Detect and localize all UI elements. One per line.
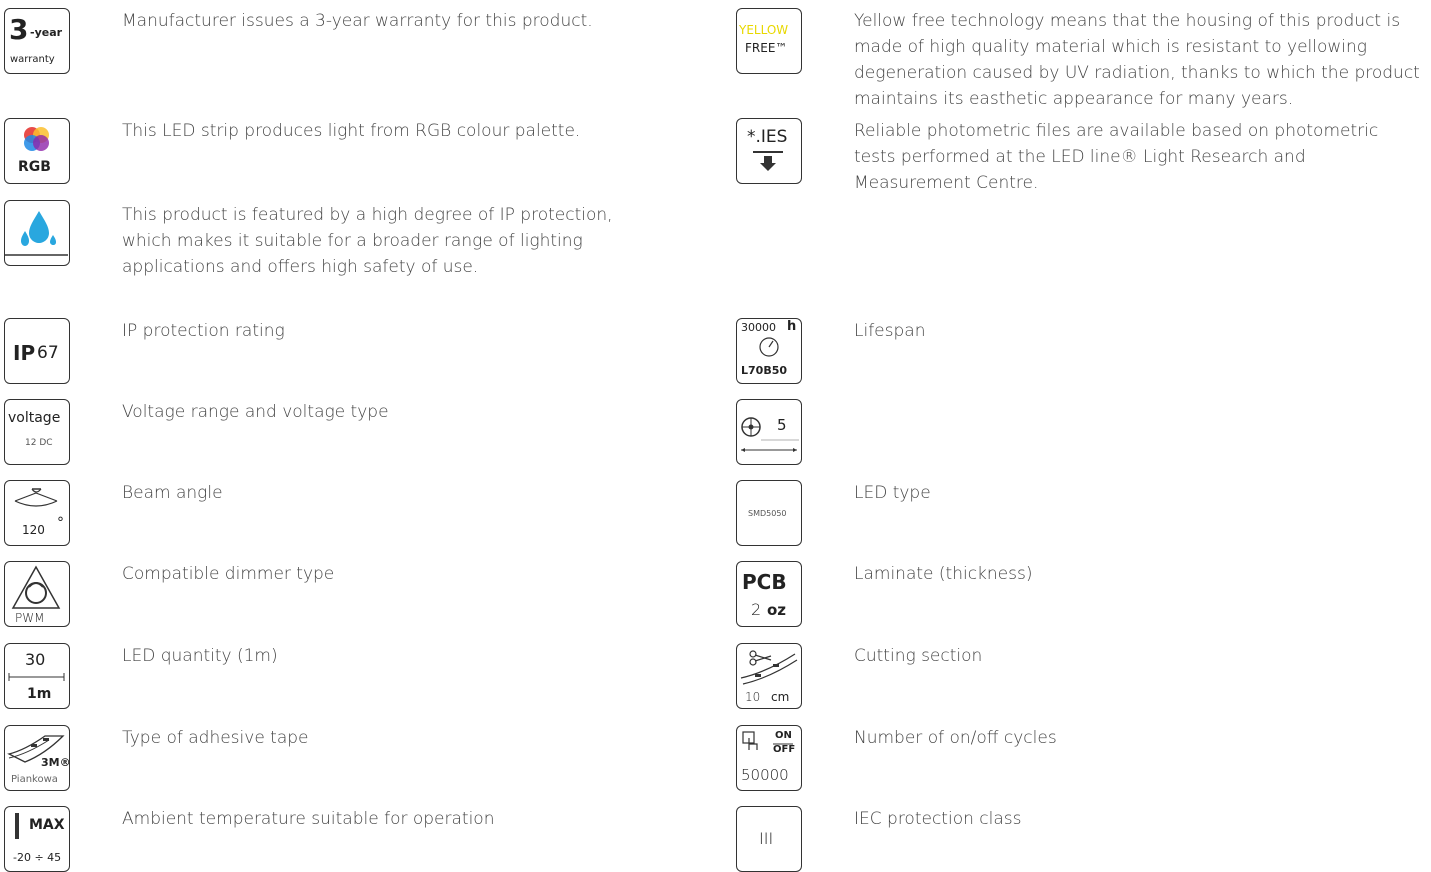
length-value: 5 (777, 416, 787, 434)
rgb-icon: RGB (4, 118, 70, 184)
warranty-number: 3 (9, 13, 29, 46)
led-quantity-unit: 1m (27, 686, 52, 702)
warranty-description: Manufacturer issues a 3-year warranty fo… (122, 11, 593, 31)
ies-description: Reliable photometric files are available… (854, 121, 1379, 193)
warranty-label: warranty (10, 54, 55, 65)
rgb-label: RGB (18, 159, 51, 175)
voltage-value: 12 DC (25, 438, 53, 448)
led-type-icon: SMD5050 (736, 480, 802, 546)
led-quantity-icon: 30 1m (4, 643, 70, 709)
iec-label: III (759, 829, 774, 848)
water-drops-icon (4, 200, 70, 266)
voltage-icon: voltage 12 DC (4, 399, 70, 465)
reel-icon (741, 417, 799, 452)
yellow-free-icon: YELLOW FREE™ (736, 8, 802, 74)
warranty-icon: 3 -year warranty (4, 8, 70, 74)
adhesive-tape-icon: 3M® Piankowa (4, 725, 70, 791)
iec-class-icon: III (736, 806, 802, 872)
adhesive-brand: 3M® (41, 756, 70, 769)
cycles-off: OFF (773, 744, 796, 755)
thermometer-icon: MAX -20 ÷ 45 (4, 806, 70, 872)
warranty-suffix: -year (30, 26, 63, 39)
pcb-unit: oz (767, 601, 787, 619)
rgb-description: This LED strip produces light from RGB c… (122, 121, 581, 141)
temperature-description: Ambient temperature suitable for operati… (122, 809, 495, 829)
ip-protection-description: This product is featured by a high degre… (122, 205, 613, 277)
voltage-description: Voltage range and voltage type (122, 402, 389, 422)
dimmer-icon: PWM (4, 561, 70, 627)
temperature-value: -20 ÷ 45 (13, 851, 62, 864)
lifespan-value: 30000 (741, 321, 776, 334)
lifespan-icon: 30000 h L70B50 (736, 318, 802, 384)
beam-angle-description: Beam angle (122, 483, 223, 503)
scissors-icon (740, 650, 798, 685)
cutting-unit: cm (771, 690, 790, 704)
laminate-description: Laminate (thickness) (854, 564, 1033, 584)
yellow-free-line2: FREE™ (745, 41, 788, 55)
beam-angle-value: 120 (22, 523, 45, 537)
hand-press-icon (742, 731, 758, 750)
clock-icon (759, 337, 779, 357)
led-type-description: LED type (854, 483, 931, 503)
led-type-label: SMD5050 (748, 509, 787, 518)
ies-label: *.IES (747, 127, 788, 147)
beam-angle-unit: ° (57, 515, 64, 531)
reel-length-icon: 5 (736, 399, 802, 465)
cutting-value: 10 (745, 690, 761, 704)
adhesive-description: Type of adhesive tape (122, 728, 309, 748)
adhesive-label: Piankowa (11, 774, 58, 785)
ip-rating-icon: IP 67 (4, 318, 70, 384)
dimmer-description: Compatible dimmer type (122, 564, 335, 584)
pcb-icon: PCB 2 oz (736, 561, 802, 627)
lifespan-description: Lifespan (854, 321, 926, 341)
yellow-free-description: Yellow free technology means that the ho… (854, 11, 1420, 109)
beam-angle-icon: 120 ° (4, 480, 70, 546)
led-quantity-description: LED quantity (1m) (122, 646, 278, 666)
ip-label: IP (13, 341, 36, 365)
lifespan-unit: h (787, 319, 797, 334)
cycles-on: ON (775, 730, 792, 741)
cutting-description: Cutting section (854, 646, 983, 666)
iec-description: IEC protection class (854, 809, 1022, 829)
yellow-free-line1: YELLOW (739, 23, 789, 37)
download-icon (753, 151, 783, 171)
cycles-description: Number of on/off cycles (854, 728, 1057, 748)
lifespan-label: L70B50 (741, 364, 788, 377)
voltage-label: voltage (8, 410, 61, 426)
ip-rating-description: IP protection rating (122, 321, 285, 341)
dimmer-label: PWM (15, 611, 45, 625)
switch-cycles-icon: ON OFF 50000 (736, 725, 802, 791)
ies-file-icon: *.IES (736, 118, 802, 184)
cycles-value: 50000 (741, 766, 789, 784)
ip-value: 67 (37, 343, 59, 363)
pcb-value: 2 (751, 600, 762, 619)
pcb-label: PCB (742, 570, 787, 594)
led-quantity-value: 30 (25, 650, 46, 669)
scissors-strip-icon: 10 cm (736, 643, 802, 709)
temperature-label: MAX (29, 817, 65, 833)
